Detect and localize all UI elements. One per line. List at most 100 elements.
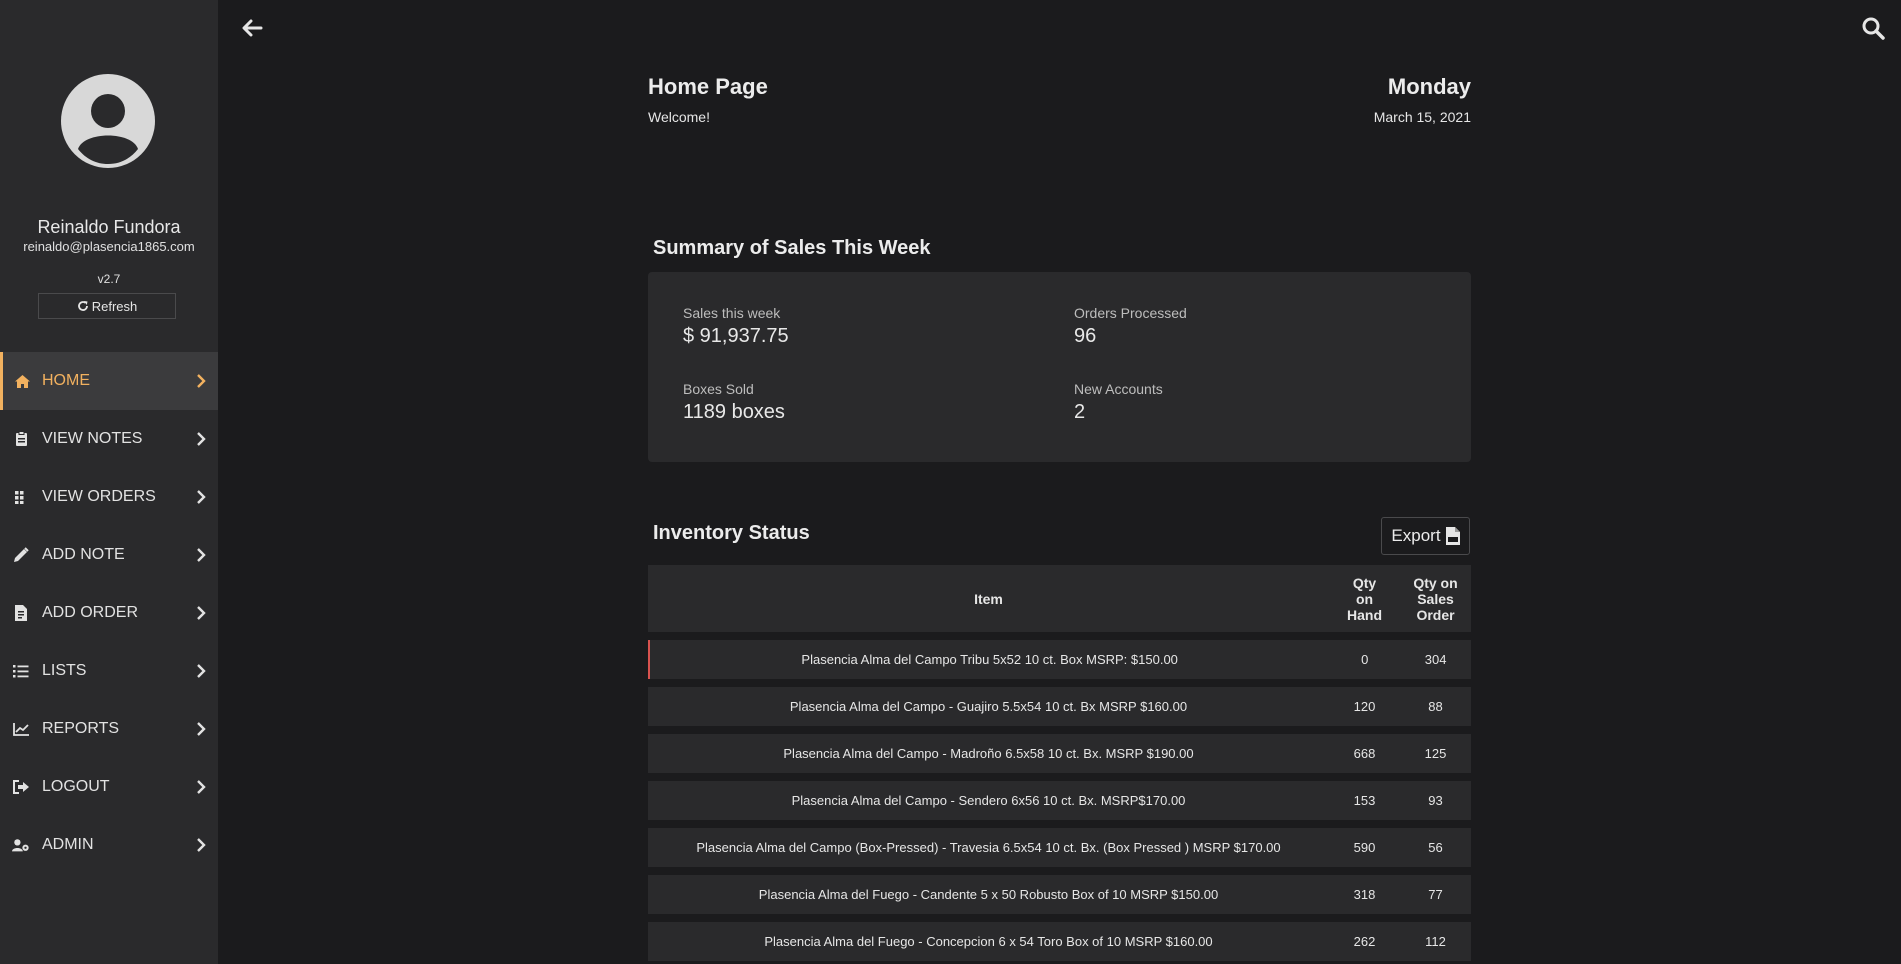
stat-boxes: Boxes Sold 1189 boxes (683, 381, 785, 424)
chevron-right-icon (196, 431, 208, 447)
nav-item-home[interactable]: HOME (0, 352, 218, 410)
clipboard-icon (12, 430, 30, 448)
csv-file-icon (1445, 527, 1460, 545)
cell-qty-on-hand: 590 (1353, 840, 1376, 855)
col-qty-so-line: Sales (1417, 590, 1454, 607)
stat-label: New Accounts (1074, 381, 1163, 397)
file-invoice-icon (12, 604, 30, 622)
table-row[interactable]: Plasencia Alma del Campo (Box-Pressed) -… (648, 828, 1471, 867)
stat-value: 2 (1074, 401, 1086, 423)
user-cog-icon (12, 836, 30, 854)
nav-item-add-order[interactable]: ADD ORDER (0, 584, 218, 642)
col-qty-on-hand-line: on (1355, 590, 1374, 607)
col-qty-so-line: Qty on (1413, 574, 1458, 591)
date-label: March 15, 2021 (1373, 109, 1471, 125)
chevron-right-icon (196, 489, 208, 505)
table-row[interactable]: Plasencia Alma del Campo - Sendero 6x56 … (648, 781, 1471, 820)
cell-qty-on-sales-order: 112 (1425, 934, 1446, 949)
cell-qty-on-hand: 262 (1353, 934, 1376, 949)
cell-qty-on-hand: 668 (1353, 746, 1376, 761)
nav-item-lists[interactable]: LISTS (0, 642, 218, 700)
summary-card: Sales this week $ 91,937.75 Orders Proce… (648, 272, 1471, 462)
col-qty-on-hand-line: Qty (1352, 574, 1377, 591)
stat-label: Sales this week (683, 305, 781, 321)
stat-orders: Orders Processed 96 (1074, 305, 1187, 348)
cell-qty-on-sales-order: 56 (1428, 840, 1443, 855)
cell-item: Plasencia Alma del Campo - Sendero 6x56 … (791, 793, 1186, 808)
home-icon (13, 372, 31, 390)
cell-qty-on-hand: 120 (1353, 699, 1376, 714)
table-row[interactable]: Plasencia Alma del Campo - Guajiro 5.5x5… (648, 687, 1471, 726)
chevron-right-icon (196, 373, 208, 389)
page-title: Home Page (648, 74, 768, 99)
stat-sales: Sales this week $ 91,937.75 (683, 305, 789, 348)
nav-item-reports[interactable]: REPORTS (0, 700, 218, 758)
col-item: Item (974, 590, 1003, 607)
cell-qty-on-hand: 0 (1361, 652, 1369, 667)
col-qty-on-hand-line: Hand (1347, 606, 1382, 623)
stat-value: 96 (1074, 325, 1097, 347)
nav-item-admin[interactable]: ADMIN (0, 816, 218, 874)
refresh-label: Refresh (91, 298, 138, 314)
sidebar: Reinaldo Fundora reinaldo@plasencia1865.… (0, 0, 218, 964)
nav-label: REPORTS (42, 720, 120, 737)
sidebar-nav: HOME VIEW NOTES VIEW ORDERS ADD NOTE ADD… (0, 352, 218, 874)
sign-out-icon (12, 778, 30, 796)
app-version: v2.7 (97, 272, 121, 286)
chart-line-icon (12, 720, 30, 738)
cell-qty-on-sales-order: 304 (1424, 652, 1447, 667)
cell-qty-on-sales-order: 93 (1428, 793, 1443, 808)
cell-qty-on-hand: 153 (1353, 793, 1376, 808)
chevron-right-icon (196, 837, 208, 853)
user-email: reinaldo@plasencia1865.com (23, 239, 195, 254)
stat-label: Boxes Sold (683, 381, 754, 397)
nav-item-view-notes[interactable]: VIEW NOTES (0, 410, 218, 468)
nav-label: LOGOUT (42, 778, 110, 795)
cell-item: Plasencia Alma del Fuego - Candente 5 x … (758, 887, 1219, 902)
nav-label: VIEW NOTES (42, 430, 143, 447)
back-arrow-icon[interactable] (240, 16, 264, 40)
user-name: Reinaldo Fundora (37, 217, 181, 237)
table-header: Item Qty on Hand Qty on Sales Order (648, 565, 1471, 632)
chevron-right-icon (196, 547, 208, 563)
user-avatar-icon (61, 74, 155, 168)
cell-item: Plasencia Alma del Campo - Madroño 6.5x5… (783, 746, 1194, 761)
stat-value: $ 91,937.75 (683, 325, 789, 347)
cell-qty-on-sales-order: 88 (1428, 699, 1443, 714)
chevron-right-icon (196, 605, 208, 621)
export-label: Export (1391, 526, 1441, 545)
search-icon[interactable] (1861, 16, 1885, 40)
table-row[interactable]: Plasencia Alma del Fuego - Candente 5 x … (648, 875, 1471, 914)
stat-value: 1189 boxes (683, 401, 785, 423)
col-qty-so-line: Order (1416, 606, 1455, 623)
cell-item: Plasencia Alma del Fuego - Concepcion 6 … (764, 934, 1213, 949)
export-button[interactable]: Export (1381, 517, 1470, 555)
table-row[interactable]: Plasencia Alma del Campo Tribu 5x52 10 c… (648, 640, 1471, 679)
nav-label: VIEW ORDERS (42, 488, 156, 505)
cell-item: Plasencia Alma del Campo - Guajiro 5.5x5… (789, 699, 1188, 714)
cell-qty-on-sales-order: 125 (1424, 746, 1447, 761)
stat-label: Orders Processed (1074, 305, 1187, 321)
nav-label: HOME (42, 372, 90, 389)
chevron-right-icon (196, 779, 208, 795)
cell-qty-on-sales-order: 77 (1428, 887, 1443, 902)
nav-item-view-orders[interactable]: VIEW ORDERS (0, 468, 218, 526)
nav-item-add-note[interactable]: ADD NOTE (0, 526, 218, 584)
stat-accounts: New Accounts 2 (1074, 381, 1163, 424)
refresh-icon (77, 301, 88, 311)
chevron-right-icon (196, 663, 208, 679)
inventory-table: Item Qty on Hand Qty on Sales Order Plas… (648, 565, 1471, 961)
cell-item: Plasencia Alma del Campo Tribu 5x52 10 c… (801, 652, 1178, 667)
col-qty-on-sales-order: Qty on Sales Order (1400, 575, 1471, 623)
inventory-title: Inventory Status (653, 522, 810, 544)
list-icon (12, 662, 30, 680)
nav-label: ADMIN (42, 836, 94, 853)
summary-title: Summary of Sales This Week (653, 237, 931, 259)
cell-item: Plasencia Alma del Campo (Box-Pressed) -… (696, 840, 1281, 855)
table-row[interactable]: Plasencia Alma del Fuego - Concepcion 6 … (648, 922, 1471, 961)
nav-item-logout[interactable]: LOGOUT (0, 758, 218, 816)
welcome-text: Welcome! (648, 109, 710, 125)
table-row[interactable]: Plasencia Alma del Campo - Madroño 6.5x5… (648, 734, 1471, 773)
refresh-button[interactable]: Refresh (38, 293, 176, 319)
pencil-icon (12, 546, 30, 564)
